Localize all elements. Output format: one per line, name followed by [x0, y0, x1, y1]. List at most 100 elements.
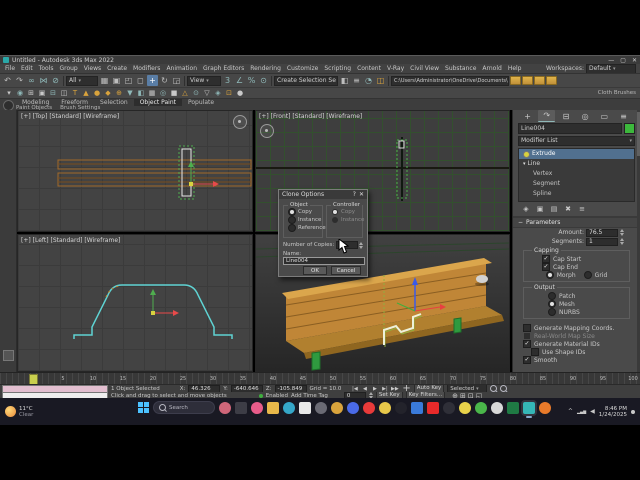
- taskbar-app-icon[interactable]: [347, 401, 359, 414]
- segments-spinner[interactable]: [620, 238, 624, 245]
- timeline-tick[interactable]: 55: [353, 376, 373, 382]
- stack-item-segment[interactable]: Segment: [519, 179, 634, 189]
- mirror-icon[interactable]: ◧: [339, 75, 350, 86]
- play-button[interactable]: ▶: [370, 386, 379, 392]
- maxscript-mini-listener[interactable]: [2, 385, 108, 392]
- zoom-out-icon[interactable]: [500, 385, 508, 392]
- window-crossing-icon[interactable]: ◻: [135, 75, 146, 86]
- segments-field[interactable]: 1: [586, 237, 618, 246]
- timeline-tick[interactable]: 60: [383, 376, 403, 382]
- left-viewport-label[interactable]: [+] [Left] [Standard] [Wireframe]: [21, 237, 120, 244]
- checkbox-icon[interactable]: ✓: [523, 340, 531, 348]
- clone-name-field[interactable]: Line004: [283, 257, 365, 265]
- timeline-tick[interactable]: 50: [323, 376, 343, 382]
- toolbar2-icon[interactable]: ◉: [15, 88, 25, 98]
- radio-icon[interactable]: [545, 271, 554, 279]
- menu-item[interactable]: Create: [104, 64, 130, 73]
- toolbar2-icon[interactable]: ●: [92, 88, 102, 98]
- timeline-tick[interactable]: 85: [533, 376, 553, 382]
- named-selection-set-field[interactable]: Create Selection Se: [274, 75, 338, 86]
- toolbar2-icon[interactable]: T: [70, 88, 80, 98]
- ok-button[interactable]: OK: [303, 266, 327, 275]
- menu-item[interactable]: Rendering: [247, 64, 284, 73]
- timeline-tick[interactable]: 35: [233, 376, 253, 382]
- toolbar2-icon[interactable]: ◫: [59, 88, 69, 98]
- checkbox-smooth[interactable]: ✓ Smooth: [513, 356, 640, 364]
- project-folder-field[interactable]: C:\Users\Administrator\OneDrive\Document…: [391, 75, 509, 86]
- lightbulb-icon[interactable]: [523, 150, 530, 158]
- help-icon[interactable]: ?: [353, 191, 356, 198]
- menu-item[interactable]: Tools: [36, 64, 57, 73]
- checkbox-cap-end[interactable]: ✓ Cap End: [524, 263, 629, 271]
- toolbar2-icon[interactable]: ⊟: [48, 88, 58, 98]
- network-icon[interactable]: ▂▄▆: [577, 409, 586, 414]
- notification-icon[interactable]: [631, 409, 635, 414]
- toolbar2-icon[interactable]: ◈: [213, 88, 223, 98]
- y-coordinate-field[interactable]: -640.646: [230, 385, 263, 392]
- object-color-swatch[interactable]: [624, 123, 635, 134]
- menu-item[interactable]: V-Ray: [384, 64, 407, 73]
- github-icon[interactable]: [395, 401, 407, 414]
- timeline-tick[interactable]: 80: [503, 376, 523, 382]
- toolbar2-icon[interactable]: ⊞: [26, 88, 36, 98]
- radio-icon[interactable]: [548, 292, 556, 300]
- toolbar2-icon[interactable]: ⊕: [114, 88, 124, 98]
- cancel-button[interactable]: Cancel: [331, 266, 361, 275]
- menu-item[interactable]: Edit: [18, 64, 36, 73]
- viewport-layout-icon[interactable]: [3, 350, 14, 361]
- menu-item[interactable]: Arnold: [479, 64, 504, 73]
- pin-stack-icon[interactable]: ◈: [521, 205, 531, 214]
- select-object-icon[interactable]: ▦: [99, 75, 110, 86]
- create-tab[interactable]: +: [519, 111, 536, 122]
- checkbox-icon[interactable]: [531, 348, 539, 356]
- menu-item[interactable]: Substance: [442, 64, 479, 73]
- taskbar-app-icon[interactable]: [219, 401, 231, 414]
- timeline-tick[interactable]: 30: [203, 376, 223, 382]
- spinner-snap-icon[interactable]: ⊙: [258, 75, 269, 86]
- toolbar2-icon[interactable]: ▼: [125, 88, 135, 98]
- timeline-tick[interactable]: 15: [113, 376, 133, 382]
- folder-icon[interactable]: [546, 76, 557, 85]
- taskbar-app-icon[interactable]: [251, 401, 263, 414]
- x-coordinate-field[interactable]: 46.326: [188, 385, 221, 392]
- radio-mesh[interactable]: Mesh: [548, 300, 575, 308]
- timeline-tick[interactable]: 75: [473, 376, 493, 382]
- configure-modifier-sets-icon[interactable]: ≡: [577, 205, 587, 214]
- opera-icon[interactable]: [363, 401, 375, 414]
- toolbar2-icon[interactable]: ◧: [136, 88, 146, 98]
- timeline-tick[interactable]: 100: [623, 376, 640, 382]
- timeline-tick[interactable]: 25: [173, 376, 193, 382]
- toolbar2-icon[interactable]: ◎: [158, 88, 168, 98]
- display-tab[interactable]: ▭: [596, 111, 613, 122]
- menu-item[interactable]: Civil View: [407, 64, 442, 73]
- auto-key-button[interactable]: Auto Key: [413, 385, 445, 392]
- checkbox-use-shape-ids[interactable]: Use Shape IDs: [513, 348, 640, 356]
- chrome-icon[interactable]: [475, 401, 487, 414]
- parameters-header[interactable]: − Parameters: [513, 217, 640, 228]
- z-coordinate-field[interactable]: -105.849: [274, 385, 307, 392]
- timeline-tick[interactable]: 10: [83, 376, 103, 382]
- youtube-icon[interactable]: [427, 401, 439, 414]
- motion-tab[interactable]: ◎: [577, 111, 594, 122]
- menu-item[interactable]: Customize: [284, 64, 322, 73]
- make-unique-icon[interactable]: ▤: [549, 205, 559, 214]
- clone-options-dialog[interactable]: Clone Options ? ✕ Object Copy Instance Ref…: [278, 189, 368, 277]
- redo-icon[interactable]: ↷: [14, 75, 25, 86]
- weather-widget[interactable]: 11°C Clear: [5, 406, 33, 418]
- start-button[interactable]: [138, 402, 149, 413]
- object-name-field[interactable]: Line004: [518, 123, 622, 134]
- 3ds-max-icon[interactable]: [523, 401, 535, 418]
- front-viewport-label[interactable]: [+] [Front] [Standard] [Wireframe]: [259, 113, 362, 120]
- object-option-instance[interactable]: Instance: [284, 216, 322, 224]
- edge-icon[interactable]: [283, 401, 295, 414]
- top-viewport-label[interactable]: [+] [Top] [Standard] [Wireframe]: [21, 113, 119, 120]
- toolbar2-icon[interactable]: ●: [235, 88, 245, 98]
- toolbar2-icon[interactable]: ◆: [103, 88, 113, 98]
- object-option-reference[interactable]: Reference: [284, 224, 326, 232]
- checkbox-generate-material-ids[interactable]: ✓ Generate Material IDs: [513, 340, 640, 348]
- stack-item-line[interactable]: ▾ Line: [519, 159, 634, 169]
- unlink-icon[interactable]: ⋈: [38, 75, 49, 86]
- toolbar2-dropdown-icon[interactable]: ▾: [4, 88, 14, 98]
- toolbar2-icon[interactable]: ■: [169, 88, 179, 98]
- volume-icon[interactable]: ◀: [590, 408, 595, 415]
